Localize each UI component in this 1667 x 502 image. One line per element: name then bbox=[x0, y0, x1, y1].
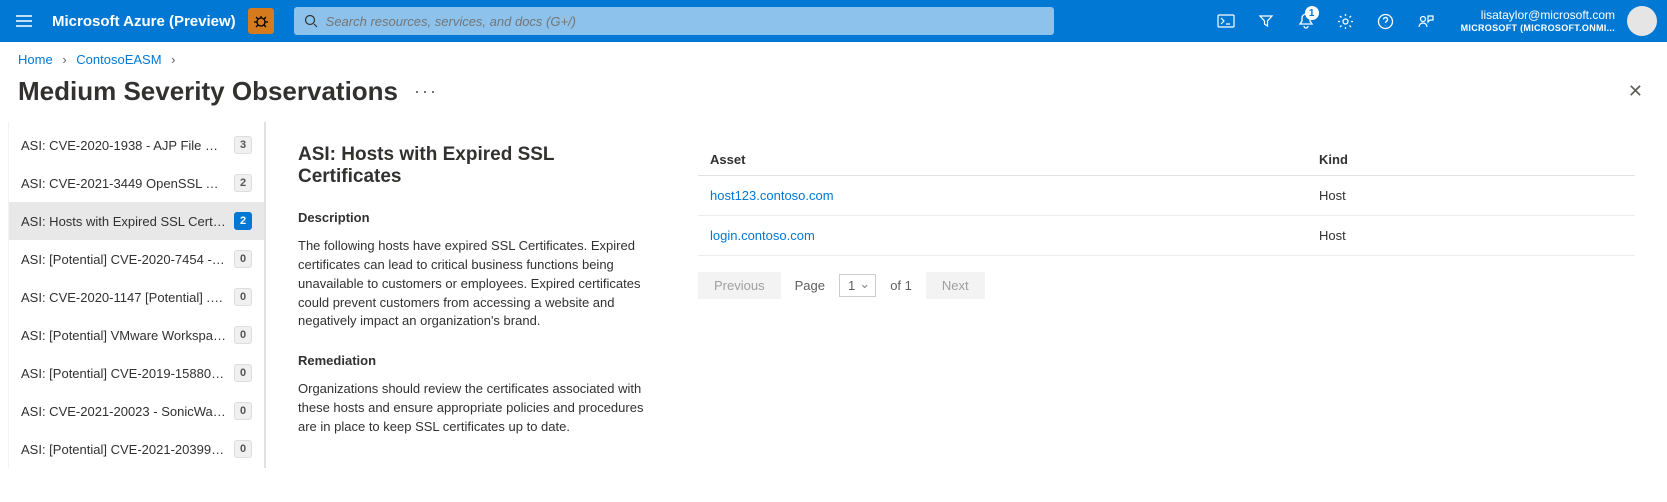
sidelist-item[interactable]: ASI: Hosts with Expired SSL Certifi... 2 bbox=[9, 202, 264, 240]
sidelist-item-label: ASI: CVE-2021-3449 OpenSSL De... bbox=[21, 176, 226, 191]
sidelist-item-count: 0 bbox=[234, 440, 252, 458]
asset-link[interactable]: host123.contoso.com bbox=[710, 188, 834, 203]
search-icon bbox=[304, 14, 318, 28]
sidelist-item-count: 0 bbox=[234, 402, 252, 420]
description-heading: Description bbox=[298, 210, 658, 225]
breadcrumb-home[interactable]: Home bbox=[18, 52, 53, 67]
sidelist-item-label: ASI: [Potential] CVE-2021-20399 -... bbox=[21, 442, 226, 457]
page-label: Page bbox=[795, 278, 825, 293]
cloud-shell-button[interactable] bbox=[1207, 0, 1245, 42]
page-select[interactable]: 1 bbox=[839, 274, 876, 297]
observation-list: ASI: CVE-2020-1938 - AJP File Re...3ASI:… bbox=[8, 122, 266, 468]
sidelist-item-label: ASI: [Potential] VMware Workspac... bbox=[21, 328, 226, 343]
table-row: host123.contoso.com Host bbox=[698, 176, 1635, 216]
breadcrumb: Home › ContosoEASM › bbox=[0, 42, 1667, 71]
notification-badge: 1 bbox=[1305, 6, 1319, 20]
filter-icon bbox=[1258, 13, 1274, 29]
asset-table: Asset Kind host123.contoso.comHostlogin.… bbox=[698, 144, 1635, 256]
col-kind[interactable]: Kind bbox=[1307, 144, 1635, 176]
top-bar: Microsoft Azure (Preview) 1 lisataylor bbox=[0, 0, 1667, 42]
detail-title: ASI: Hosts with Expired SSL Certificates bbox=[298, 144, 658, 188]
detail-pane: ASI: Hosts with Expired SSL Certificates… bbox=[266, 122, 1659, 468]
account-email: lisataylor@microsoft.com bbox=[1481, 8, 1615, 22]
help-button[interactable] bbox=[1367, 0, 1405, 42]
settings-button[interactable] bbox=[1327, 0, 1365, 42]
remediation-heading: Remediation bbox=[298, 353, 658, 368]
sidelist-item-count: 0 bbox=[234, 250, 252, 268]
description-text: The following hosts have expired SSL Cer… bbox=[298, 237, 658, 331]
sidelist-item-count: 0 bbox=[234, 364, 252, 382]
directories-button[interactable] bbox=[1247, 0, 1285, 42]
sidelist-item[interactable]: ASI: [Potential] CVE-2020-7454 - ... 0 bbox=[9, 240, 264, 278]
sidelist-item-label: ASI: Hosts with Expired SSL Certifi... bbox=[21, 214, 226, 229]
person-feedback-icon bbox=[1417, 13, 1434, 30]
search-input[interactable] bbox=[326, 14, 1044, 29]
more-button[interactable]: ··· bbox=[414, 81, 438, 102]
content: ASI: CVE-2020-1938 - AJP File Re...3ASI:… bbox=[0, 122, 1667, 468]
kind-cell: Host bbox=[1307, 216, 1635, 256]
sidelist-item-count: 3 bbox=[234, 136, 252, 154]
kind-cell: Host bbox=[1307, 176, 1635, 216]
notifications-button[interactable]: 1 bbox=[1287, 0, 1325, 42]
bug-icon bbox=[253, 13, 269, 29]
search-bar[interactable] bbox=[294, 7, 1054, 35]
sidelist-item[interactable]: ASI: [Potential] CVE-2021-20399 -... 0 bbox=[9, 430, 264, 468]
sidelist-item-label: ASI: CVE-2021-20023 - SonicWall ... bbox=[21, 404, 226, 419]
sidelist-item-label: ASI: CVE-2020-1938 - AJP File Re... bbox=[21, 138, 226, 153]
sidelist-item-count: 2 bbox=[234, 174, 252, 192]
page-header: Medium Severity Observations ··· ✕ bbox=[0, 71, 1667, 122]
top-icons: 1 bbox=[1207, 0, 1451, 42]
prev-button[interactable]: Previous bbox=[698, 272, 781, 299]
sidelist-item[interactable]: ASI: CVE-2020-1147 [Potential] .N... 0 bbox=[9, 278, 264, 316]
gear-icon bbox=[1337, 13, 1354, 30]
feedback-button[interactable] bbox=[1407, 0, 1445, 42]
brand-label: Microsoft Azure (Preview) bbox=[48, 13, 248, 30]
detail-right: Asset Kind host123.contoso.comHostlogin.… bbox=[698, 144, 1635, 468]
help-icon bbox=[1377, 13, 1394, 30]
breadcrumb-sep: › bbox=[62, 52, 66, 67]
next-button[interactable]: Next bbox=[926, 272, 985, 299]
avatar[interactable] bbox=[1627, 6, 1657, 36]
breadcrumb-workspace[interactable]: ContosoEASM bbox=[76, 52, 161, 67]
col-asset[interactable]: Asset bbox=[698, 144, 1307, 176]
sidelist-item-label: ASI: [Potential] CVE-2019-15880 -... bbox=[21, 366, 226, 381]
pager: Previous Page 1 of 1 Next bbox=[698, 272, 1635, 299]
breadcrumb-sep: › bbox=[171, 52, 175, 67]
sidelist-item-label: ASI: CVE-2020-1147 [Potential] .N... bbox=[21, 290, 226, 305]
sidelist-item-count: 0 bbox=[234, 288, 252, 306]
sidelist-item[interactable]: ASI: CVE-2020-1938 - AJP File Re... 3 bbox=[9, 126, 264, 164]
sidelist-item[interactable]: ASI: CVE-2021-20023 - SonicWall ... 0 bbox=[9, 392, 264, 430]
remediation-text: Organizations should review the certific… bbox=[298, 380, 658, 437]
cloud-shell-icon bbox=[1217, 14, 1235, 28]
of-label: of 1 bbox=[890, 278, 912, 293]
hamburger-icon bbox=[16, 15, 32, 27]
sidelist-item-count: 0 bbox=[234, 326, 252, 344]
menu-button[interactable] bbox=[0, 0, 48, 42]
close-button[interactable]: ✕ bbox=[1622, 75, 1649, 108]
account-directory: MICROSOFT (MICROSOFT.ONMI... bbox=[1461, 23, 1615, 34]
sidelist-item[interactable]: ASI: [Potential] VMware Workspac... 0 bbox=[9, 316, 264, 354]
search-wrap bbox=[286, 7, 1207, 35]
table-row: login.contoso.com Host bbox=[698, 216, 1635, 256]
page-title: Medium Severity Observations bbox=[18, 76, 398, 107]
asset-link[interactable]: login.contoso.com bbox=[710, 228, 815, 243]
preview-bug-button[interactable] bbox=[248, 8, 274, 34]
sidelist-item[interactable]: ASI: CVE-2021-3449 OpenSSL De... 2 bbox=[9, 164, 264, 202]
sidelist-item-label: ASI: [Potential] CVE-2020-7454 - ... bbox=[21, 252, 226, 267]
sidelist-item-count: 2 bbox=[234, 212, 252, 230]
sidelist-item[interactable]: ASI: [Potential] CVE-2019-15880 -... 0 bbox=[9, 354, 264, 392]
detail-left: ASI: Hosts with Expired SSL Certificates… bbox=[298, 144, 658, 468]
account-block[interactable]: lisataylor@microsoft.com MICROSOFT (MICR… bbox=[1451, 8, 1621, 33]
